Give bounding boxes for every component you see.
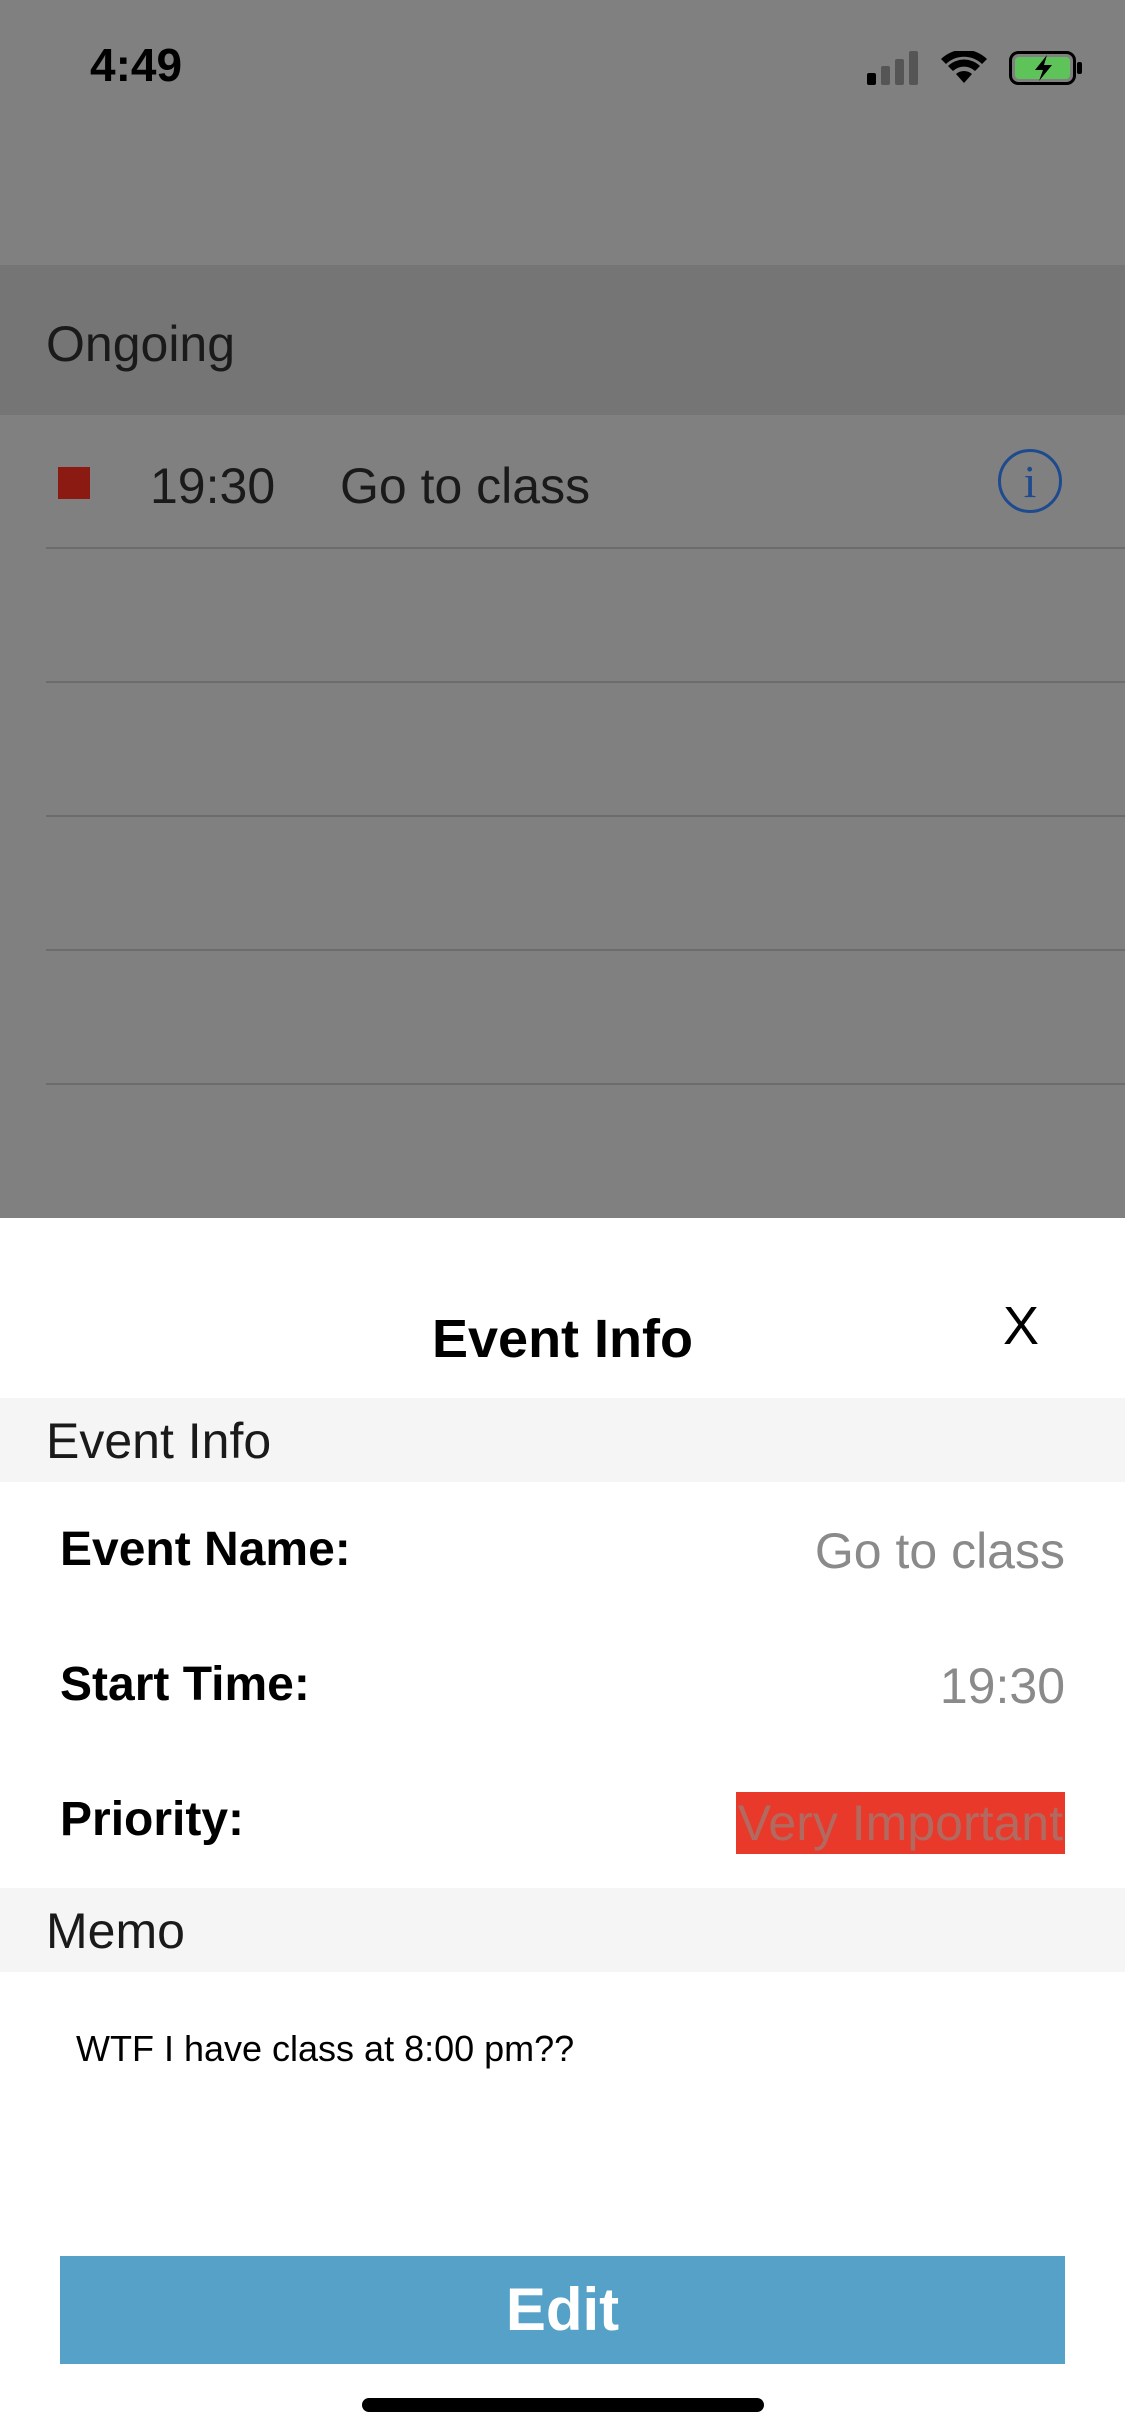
wifi-icon — [941, 51, 987, 83]
row-divider — [46, 1083, 1125, 1085]
status-bar: 4:49 — [0, 0, 1125, 140]
cellular-signal-icon — [867, 51, 918, 85]
field-row-start-time: Start Time: 19:30 — [0, 1617, 1125, 1752]
status-icons — [867, 48, 1083, 88]
empty-row — [0, 817, 1125, 951]
priority-value-badge: Very Important — [735, 1792, 1065, 1854]
field-row-priority: Priority: Very Important — [0, 1752, 1125, 1887]
sheet-title: Event Info — [431, 1309, 693, 1369]
edit-button[interactable]: Edit — [60, 2256, 1065, 2364]
event-name: Go to class — [340, 458, 591, 514]
group-header-label: Event Info — [46, 1413, 272, 1469]
memo-text: WTF I have class at 8:00 pm?? — [76, 2028, 575, 2069]
info-icon[interactable]: i — [998, 449, 1062, 513]
battery-charging-icon — [1009, 51, 1082, 85]
home-indicator — [362, 2398, 764, 2412]
priority-marker-icon — [58, 467, 90, 499]
section-header-ongoing: Ongoing — [0, 265, 1125, 415]
field-row-event-name: Event Name: Go to class — [0, 1482, 1125, 1617]
start-time-value: 19:30 — [939, 1658, 1065, 1714]
group-header-event-info: Event Info — [0, 1398, 1125, 1482]
group-header-memo: Memo — [0, 1888, 1125, 1972]
section-title: Ongoing — [46, 316, 236, 372]
group-header-label: Memo — [46, 1903, 185, 1959]
event-info-sheet: Event Info X Event Info Event Name: Go t… — [0, 1218, 1125, 2436]
empty-row — [0, 951, 1125, 1085]
start-time-label: Start Time: — [60, 1658, 310, 1711]
event-name-value: Go to class — [814, 1523, 1065, 1579]
event-row[interactable]: 19:30 Go to class i — [0, 415, 1125, 549]
empty-row — [0, 549, 1125, 683]
close-button[interactable]: X — [996, 1296, 1046, 1356]
empty-row — [0, 683, 1125, 817]
priority-label: Priority: — [60, 1793, 245, 1846]
status-time: 4:49 — [90, 39, 183, 91]
event-name-label: Event Name: — [60, 1523, 351, 1576]
event-time: 19:30 — [150, 458, 276, 514]
